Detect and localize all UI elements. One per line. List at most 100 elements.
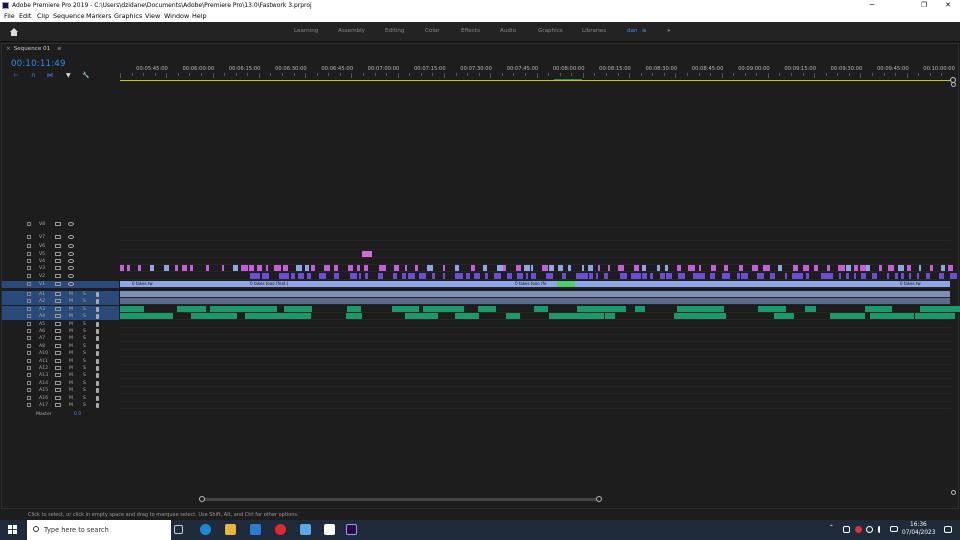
lock-track-icon[interactable]	[27, 266, 31, 270]
lock-track-icon[interactable]	[27, 222, 31, 226]
video-clip[interactable]	[871, 273, 877, 279]
audio-clip[interactable]	[242, 305, 277, 312]
notifications-icon[interactable]	[944, 526, 952, 533]
lock-track-icon[interactable]	[27, 244, 31, 248]
audio-clip[interactable]	[405, 313, 439, 320]
hscroll-left-handle[interactable]	[199, 496, 205, 502]
video-clip[interactable]	[751, 265, 758, 271]
premiere-taskbar-icon[interactable]	[346, 524, 357, 535]
track-header-a14[interactable]: A14 M S	[2, 380, 119, 387]
audio-clip[interactable]	[706, 313, 727, 320]
solo-button[interactable]: S	[83, 365, 86, 372]
audio-clip[interactable]	[120, 305, 145, 312]
audio-clip[interactable]	[805, 305, 817, 312]
solo-button[interactable]: S	[83, 350, 86, 357]
video-clip[interactable]	[688, 265, 695, 271]
sync-lock-icon[interactable]	[55, 299, 61, 304]
video-clip[interactable]	[405, 265, 408, 271]
video-clip[interactable]	[502, 265, 506, 271]
video-lane-v6[interactable]	[120, 243, 951, 250]
video-clip[interactable]	[393, 273, 398, 279]
mute-button[interactable]: M	[69, 350, 73, 357]
audio-clip[interactable]	[120, 298, 950, 305]
mute-button[interactable]: M	[69, 306, 73, 313]
video-clip[interactable]	[777, 265, 782, 271]
video-clip[interactable]	[454, 265, 460, 271]
voice-over-record-icon[interactable]	[96, 380, 99, 386]
video-clip[interactable]	[763, 265, 771, 271]
video-clip[interactable]	[266, 273, 270, 279]
menu-sequence[interactable]: Sequence	[53, 11, 85, 22]
sync-lock-icon[interactable]	[55, 282, 61, 286]
audio-clip[interactable]	[454, 313, 479, 320]
video-clip[interactable]	[419, 273, 426, 279]
track-header-a7[interactable]: A7 M S	[2, 335, 119, 342]
sync-lock-icon[interactable]	[55, 274, 61, 278]
video-lane-v7[interactable]	[120, 234, 951, 241]
audio-clip[interactable]	[245, 313, 290, 320]
video-clip[interactable]	[814, 265, 819, 271]
video-clip[interactable]	[947, 265, 954, 271]
video-clip[interactable]	[878, 265, 882, 271]
audio-clip[interactable]	[347, 305, 362, 312]
video-clip[interactable]	[846, 273, 849, 279]
video-clip[interactable]	[138, 265, 141, 271]
video-clip[interactable]	[711, 265, 716, 271]
video-clip[interactable]	[365, 273, 368, 279]
sync-lock-icon[interactable]	[55, 388, 61, 393]
video-clip[interactable]	[949, 273, 957, 279]
video-clip[interactable]	[362, 251, 372, 257]
audio-clip[interactable]	[674, 313, 710, 320]
video-clip[interactable]	[470, 265, 476, 271]
audio-clip[interactable]	[894, 313, 910, 320]
solo-button[interactable]: S	[83, 395, 86, 402]
solo-button[interactable]: S	[83, 298, 86, 305]
track-header-v7[interactable]: V7	[2, 234, 119, 241]
video-clip[interactable]	[895, 273, 898, 279]
video-clip[interactable]	[240, 265, 248, 271]
hscroll-right-handle[interactable]	[596, 496, 602, 502]
scroll-knob-top[interactable]	[951, 82, 956, 87]
video-clip[interactable]	[485, 273, 488, 279]
video-clip[interactable]	[641, 273, 647, 279]
sync-lock-icon[interactable]	[55, 358, 61, 363]
video-clip[interactable]	[659, 273, 666, 279]
audio-clip[interactable]	[176, 305, 206, 312]
sync-lock-icon[interactable]	[55, 292, 61, 296]
voice-over-record-icon[interactable]	[96, 373, 99, 379]
audio-clip[interactable]	[864, 305, 892, 312]
video-clip[interactable]	[256, 265, 263, 271]
voice-over-record-icon[interactable]	[96, 366, 99, 371]
video-clip[interactable]	[619, 273, 627, 279]
video-clip[interactable]	[163, 265, 170, 271]
lock-track-icon[interactable]	[27, 259, 31, 263]
video-clip[interactable]	[233, 265, 239, 271]
voice-over-record-icon[interactable]	[96, 395, 99, 401]
video-clip[interactable]	[297, 273, 304, 279]
video-clip[interactable]	[929, 265, 934, 271]
video-clip[interactable]	[506, 273, 512, 279]
audio-lane-a1[interactable]	[120, 291, 951, 298]
solo-button[interactable]: S	[83, 358, 86, 365]
video-clip[interactable]	[698, 265, 702, 271]
solo-button[interactable]: S	[83, 328, 86, 335]
video-clip[interactable]	[334, 273, 339, 279]
close-button[interactable]: ✕	[938, 0, 958, 11]
video-clip[interactable]	[318, 273, 327, 279]
toggle-output-icon[interactable]	[68, 235, 74, 239]
workspace-menu-icon[interactable]: ≡	[642, 28, 647, 34]
lock-track-icon[interactable]	[27, 235, 31, 239]
voice-over-record-icon[interactable]	[96, 306, 99, 312]
toggle-output-icon[interactable]	[68, 244, 74, 248]
video-clip[interactable]	[676, 265, 682, 271]
video-clip[interactable]	[918, 265, 922, 271]
audio-clip[interactable]	[830, 313, 866, 320]
video-clip[interactable]	[530, 265, 533, 271]
audio-clip[interactable]	[190, 313, 237, 320]
voice-over-record-icon[interactable]	[96, 388, 99, 394]
lock-track-icon[interactable]	[27, 403, 31, 407]
menu-view[interactable]: View	[145, 11, 160, 22]
audio-lane-a3[interactable]	[120, 305, 960, 313]
voice-over-record-icon[interactable]	[96, 321, 99, 327]
track-header-a11[interactable]: A11 M S	[2, 358, 119, 365]
